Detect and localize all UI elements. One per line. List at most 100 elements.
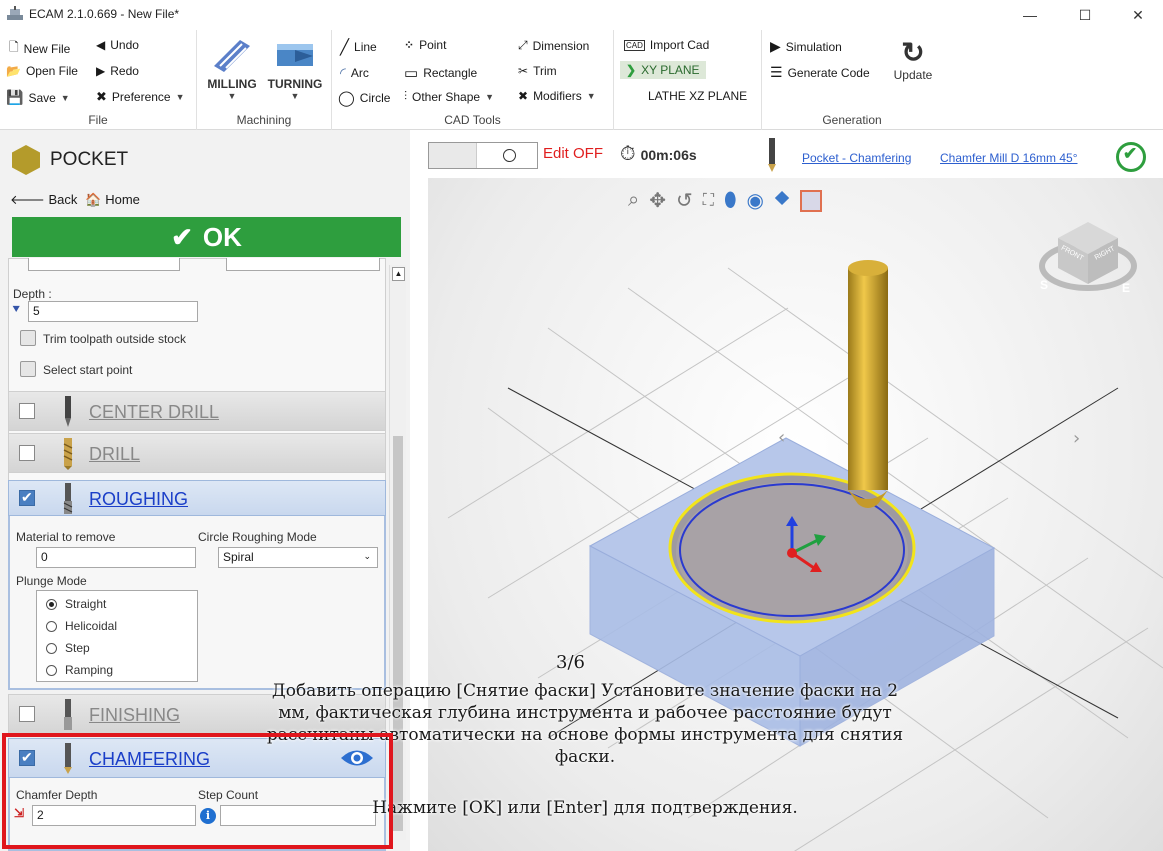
tutorial-step-counter: 3/6 <box>556 652 585 673</box>
trim-toolpath-checkbox[interactable] <box>20 330 36 346</box>
circle-roughing-mode-label: Circle Roughing Mode <box>198 530 317 544</box>
milling-button[interactable]: MILLING ▼ <box>202 36 262 101</box>
drill-checkbox[interactable] <box>19 445 35 461</box>
finishing-tool-icon <box>64 699 72 730</box>
arc-tool[interactable]: ◜ Arc <box>340 64 369 82</box>
planes-group: CAD Import Cad ❯ XY PLANE LATHE XZ PLANE <box>614 30 762 130</box>
drill-tool-icon <box>63 438 73 470</box>
depth-arrow-icon: ⯆ <box>11 302 22 317</box>
svg-text:‹: ‹ <box>778 427 785 448</box>
import-cad-icon: CAD <box>624 39 645 51</box>
ribbon: 🗋 New File ◀ Undo 📂 Open File ▶ Redo 💾 Save ▼ … <box>0 30 1163 130</box>
other-shape-tool[interactable]: ⫶ Other Shape ▼ <box>404 89 494 104</box>
update-button[interactable]: ↻ Update <box>888 38 938 83</box>
point-tool[interactable]: ⁘ Point <box>404 38 446 52</box>
depth-input[interactable]: 5 <box>28 301 198 322</box>
generate-code-button[interactable]: ☰ Generate Code <box>770 64 870 81</box>
app-logo-icon <box>7 6 23 20</box>
generation-group: ▶ Simulation ☰ Generate Code ↻ Update Gene… <box>762 30 942 130</box>
compass-e-label: E <box>1122 281 1131 295</box>
lathe-xz-plane-button[interactable]: LATHE XZ PLANE <box>648 89 747 103</box>
back-link[interactable]: 🡐 Back <box>10 192 77 208</box>
new-file-button[interactable]: 🗋 New File <box>9 38 70 59</box>
undo-button[interactable]: ◀ Undo <box>96 38 139 52</box>
preference-button[interactable]: ✖ Preference ▼ <box>96 89 185 105</box>
svg-text:›: › <box>1073 428 1080 449</box>
play-icon: ▶ <box>770 38 781 54</box>
generation-group-label: Generation <box>822 113 882 127</box>
panel-header: POCKET <box>12 145 128 175</box>
file-group: 🗋 New File ◀ Undo 📂 Open File ▶ Redo 💾 Save ▼ … <box>0 30 197 130</box>
circle-icon: ◯ <box>338 90 355 107</box>
maximize-button[interactable]: ☐ <box>1065 4 1105 26</box>
close-button[interactable]: ✕ <box>1118 4 1158 26</box>
drill-section[interactable]: DRILL <box>8 433 386 473</box>
scissors-icon: ✂ <box>518 64 529 78</box>
rectangle-icon: ▭ <box>404 65 419 82</box>
material-to-remove-input[interactable]: 0 <box>36 547 196 568</box>
undo-icon: ◀ <box>96 38 106 52</box>
modifiers-tool[interactable]: ✖ Modifiers ▼ <box>518 89 596 103</box>
circle-tool[interactable]: ◯ Circle <box>338 89 390 107</box>
toggle-knob-icon <box>503 149 516 162</box>
circle-roughing-mode-select[interactable]: Spiral ⌄ <box>218 547 378 568</box>
plunge-ramping-radio[interactable] <box>46 665 57 676</box>
xy-plane-button[interactable]: ❯ XY PLANE <box>620 61 706 79</box>
turning-button[interactable]: TURNING ▼ <box>262 36 328 101</box>
plunge-straight-radio[interactable] <box>46 599 57 610</box>
save-button[interactable]: 💾 Save ▼ <box>6 89 70 106</box>
title-bar: ECAM 2.1.0.669 - New File* — ☐ ✕ <box>0 0 1163 30</box>
roughing-checkbox[interactable] <box>19 489 35 506</box>
stopwatch-icon: ⏱ <box>620 143 636 165</box>
ok-button[interactable]: ✔ OK <box>12 217 401 257</box>
minimize-button[interactable]: — <box>1010 4 1050 26</box>
plunge-step-radio[interactable] <box>46 643 57 654</box>
status-ok-icon: ✔ <box>1116 142 1146 172</box>
partial-input-2[interactable] <box>226 258 380 271</box>
view-toolbar: Edit OFF ⏱ 00m:06s Pocket - Chamfering C… <box>410 130 1163 178</box>
view-cube[interactable] <box>1039 222 1137 291</box>
plunge-helicoidal-radio[interactable] <box>46 621 57 632</box>
center-drill-checkbox[interactable] <box>19 403 35 419</box>
rectangle-tool[interactable]: ▭ Rectangle <box>404 64 477 82</box>
edit-toggle[interactable] <box>428 142 538 169</box>
operation-link[interactable]: Pocket - Chamfering <box>802 151 911 165</box>
line-tool[interactable]: ╱ Line <box>340 38 377 56</box>
cad-tools-group-label: CAD Tools <box>444 113 501 127</box>
home-icon: 🏠 <box>85 192 102 207</box>
scroll-up-icon[interactable]: ▲ <box>392 267 405 281</box>
file-group-label: File <box>88 113 108 127</box>
partial-input-1[interactable] <box>28 258 180 271</box>
plunge-ramping-label: Ramping <box>65 663 114 677</box>
dimension-tool[interactable]: ⤢ Dimension <box>518 38 589 53</box>
folder-icon: 📂 <box>6 64 21 78</box>
scrollbar-thumb[interactable] <box>393 436 403 831</box>
tutorial-highlight-frame <box>2 733 393 849</box>
import-cad-button[interactable]: CAD Import Cad <box>624 38 709 52</box>
center-drill-section[interactable]: CENTER DRILL <box>8 391 386 431</box>
home-link[interactable]: 🏠 Home <box>85 192 140 208</box>
plunge-straight-label: Straight <box>65 597 107 611</box>
machining-group: MILLING ▼ TURNING ▼ Machining <box>197 30 332 130</box>
roughing-section[interactable]: ROUGHING <box>8 480 386 516</box>
tools-icon: ✖ <box>96 89 107 104</box>
redo-button[interactable]: ▶ Redo <box>96 64 139 78</box>
modifiers-icon: ✖ <box>518 89 529 103</box>
redo-icon: ▶ <box>96 64 106 78</box>
simulation-button[interactable]: ▶ Simulation <box>770 38 842 55</box>
panel-title: POCKET <box>50 149 129 170</box>
panel-nav: 🡐 Back 🏠 Home <box>10 192 140 208</box>
arc-icon: ◜ <box>340 65 346 82</box>
other-shape-icon: ⫶ <box>404 89 408 103</box>
select-start-point-checkbox[interactable] <box>20 361 36 377</box>
turning-icon <box>277 44 313 66</box>
tool-link[interactable]: Chamfer Mill D 16mm 45° <box>940 151 1078 165</box>
finishing-checkbox[interactable] <box>19 706 35 722</box>
center-drill-label: CENTER DRILL <box>89 402 220 422</box>
material-to-remove-label: Material to remove <box>16 530 116 544</box>
open-file-button[interactable]: 📂 Open File <box>6 64 78 78</box>
trim-tool[interactable]: ✂ Trim <box>518 64 557 78</box>
roughing-tool-icon <box>63 483 73 514</box>
plunge-helicoidal-label: Helicoidal <box>65 619 118 633</box>
cad-tools-group: ╱ Line ⁘ Point ⤢ Dimension ◜ Arc ▭ Rectangle … <box>332 30 614 130</box>
